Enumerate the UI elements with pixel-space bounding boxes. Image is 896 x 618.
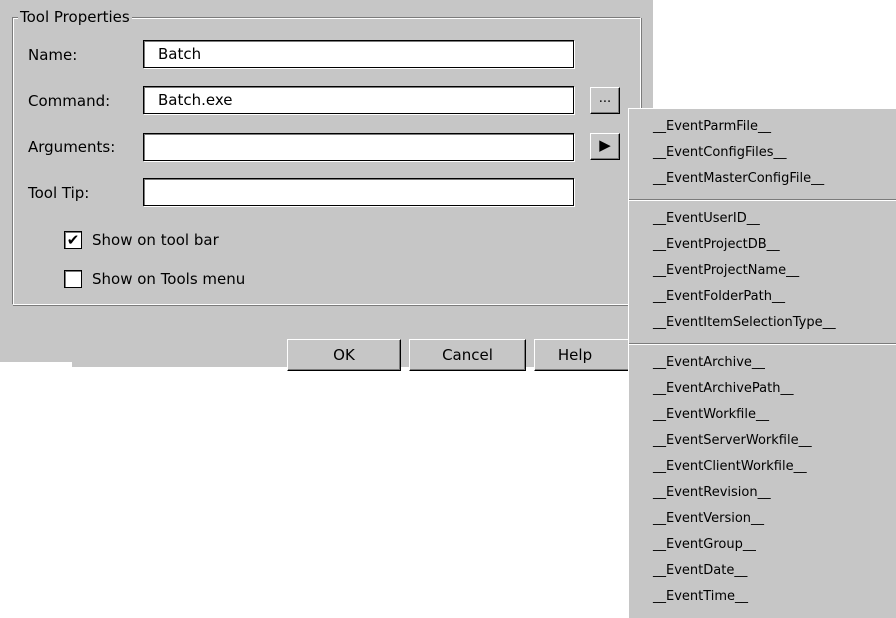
- menu-separator: [629, 343, 896, 345]
- menu-item[interactable]: __EventMasterConfigFile__: [653, 171, 824, 187]
- menu-item[interactable]: __EventFolderPath__: [653, 289, 785, 305]
- tool-properties-dialog: Tool Properties Name: Batch Command: Bat…: [0, 0, 653, 371]
- menu-item[interactable]: __EventWorkfile__: [653, 407, 769, 423]
- browse-button[interactable]: ...: [590, 87, 620, 114]
- menu-item[interactable]: __EventRevision__: [653, 485, 771, 501]
- variable-menu: __EventParmFile__ __EventConfigFiles__ __E…: [628, 108, 896, 618]
- arguments-label: Arguments:: [28, 138, 116, 156]
- tooltip-field[interactable]: [143, 178, 574, 206]
- dialog-edge: [0, 362, 72, 382]
- arguments-field[interactable]: [143, 133, 574, 161]
- menu-item[interactable]: __EventConfigFiles__: [653, 145, 786, 161]
- group-title: Tool Properties: [18, 8, 132, 26]
- show-on-tools-menu-label[interactable]: Show on Tools menu: [92, 270, 245, 288]
- menu-item[interactable]: __EventTime__: [653, 589, 748, 605]
- name-field[interactable]: Batch: [143, 40, 574, 68]
- menu-item[interactable]: __EventServerWorkfile__: [653, 433, 812, 449]
- command-field[interactable]: Batch.exe: [143, 86, 574, 114]
- ok-button[interactable]: OK: [287, 339, 401, 371]
- menu-item[interactable]: __EventArchive__: [653, 355, 765, 371]
- show-on-toolbar-label[interactable]: Show on tool bar: [92, 231, 219, 249]
- show-on-toolbar-checkbox[interactable]: ✔: [64, 231, 82, 249]
- insert-variable-button[interactable]: ▶: [590, 133, 620, 160]
- cancel-button[interactable]: Cancel: [409, 339, 526, 371]
- menu-item[interactable]: __EventArchivePath__: [653, 381, 793, 397]
- menu-item[interactable]: __EventUserID__: [653, 211, 760, 227]
- menu-item[interactable]: __EventItemSelectionType__: [653, 315, 836, 331]
- command-label: Command:: [28, 92, 111, 110]
- menu-item[interactable]: __EventClientWorkfile__: [653, 459, 807, 475]
- menu-separator: [629, 199, 896, 201]
- menu-item[interactable]: __EventVersion__: [653, 511, 764, 527]
- menu-item[interactable]: __EventParmFile__: [653, 119, 771, 135]
- arrow-right-icon: ▶: [599, 136, 611, 154]
- menu-item[interactable]: __EventProjectName__: [653, 263, 799, 279]
- menu-item[interactable]: __EventDate__: [653, 563, 747, 579]
- menu-item[interactable]: __EventProjectDB__: [653, 237, 780, 253]
- menu-item[interactable]: __EventGroup__: [653, 537, 756, 553]
- show-on-tools-menu-checkbox[interactable]: [64, 270, 82, 288]
- tooltip-label: Tool Tip:: [28, 184, 90, 202]
- name-label: Name:: [28, 46, 78, 64]
